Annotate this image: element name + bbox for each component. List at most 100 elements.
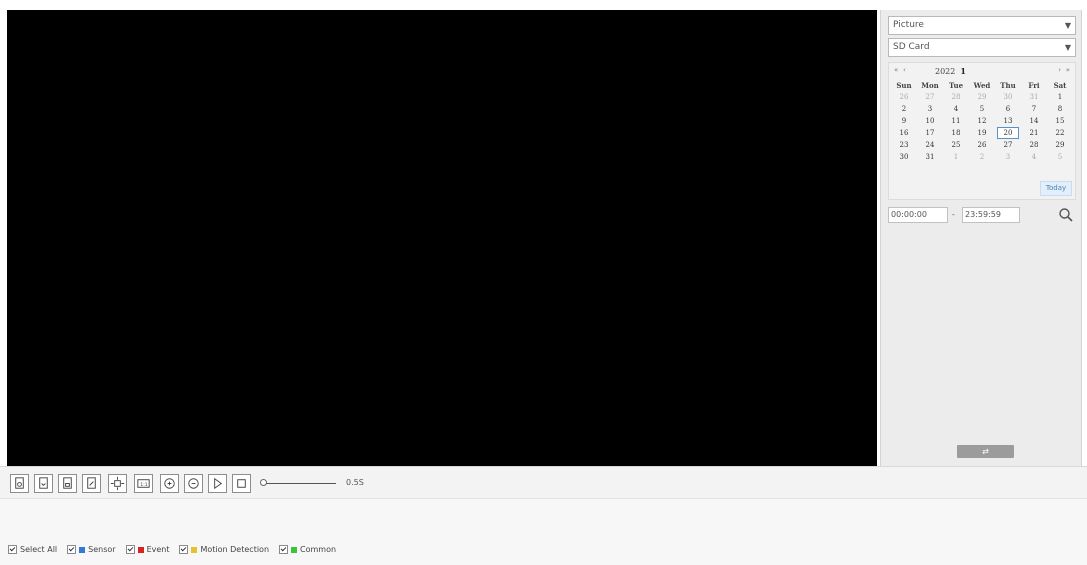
calendar-day[interactable]: 7 (1021, 103, 1047, 115)
digital-zoom-button[interactable] (108, 474, 127, 493)
today-button[interactable]: Today (1040, 181, 1072, 196)
calendar-day[interactable]: 4 (1021, 151, 1047, 163)
start-time-input[interactable]: 00:00:00 (888, 207, 948, 223)
color-swatch (191, 546, 198, 553)
calendar-day[interactable]: 31 (1021, 91, 1047, 103)
play-button[interactable] (208, 474, 227, 493)
calendar-day[interactable]: 12 (969, 115, 995, 127)
calendar-day[interactable]: 2 (891, 103, 917, 115)
end-time-input[interactable]: 23:59:59 (962, 207, 1020, 223)
calendar-day[interactable]: 19 (969, 127, 995, 139)
snapshot-button[interactable] (10, 474, 29, 493)
calendar-week: 16 17 18 19 20 21 22 (891, 127, 1073, 139)
calendar-day[interactable]: 5 (969, 103, 995, 115)
calendar-grid: Sun Mon Tue Wed Thu Fri Sat 26 27 28 29 30 31 1 2 3 4 5 6… (891, 79, 1073, 163)
next-year-button[interactable]: » (1066, 66, 1070, 74)
save-button[interactable] (58, 474, 77, 493)
calendar-day[interactable]: 28 (1021, 139, 1047, 151)
fit-window-button[interactable]: 1:1 (134, 474, 153, 493)
calendar-day[interactable]: 11 (943, 115, 969, 127)
calendar-day[interactable]: 22 (1047, 127, 1073, 139)
calendar-day[interactable]: 30 (995, 91, 1021, 103)
switch-button[interactable]: ⇄ (957, 445, 1014, 458)
calendar-year-month[interactable]: 2022 1 (935, 66, 966, 76)
calendar-day[interactable]: 10 (917, 115, 943, 127)
calendar-day[interactable]: 27 (995, 139, 1021, 151)
legend-label: Motion Detection (200, 545, 270, 554)
legend-label: Select All (20, 545, 58, 554)
snapshot-icon (15, 477, 24, 489)
calendar-day[interactable]: 9 (891, 115, 917, 127)
calendar-day[interactable]: 24 (917, 139, 943, 151)
calendar-day[interactable]: 18 (943, 127, 969, 139)
color-swatch (79, 546, 86, 553)
calendar-day[interactable]: 23 (891, 139, 917, 151)
type-select[interactable]: Picture ▼ (888, 16, 1076, 35)
prev-month-button[interactable]: ‹ (903, 66, 906, 74)
digital-zoom-icon (110, 476, 125, 491)
calendar-day[interactable]: 14 (1021, 115, 1047, 127)
color-swatch (291, 546, 298, 553)
calendar-day-selected[interactable]: 20 (995, 127, 1021, 139)
speed-slider-thumb[interactable] (260, 479, 267, 486)
picture-playback-page: Picture ▼ SD Card ▼ « ‹ 2022 1 › » Sun Mon… (0, 0, 1087, 565)
calendar-day[interactable]: 25 (943, 139, 969, 151)
calendar-day[interactable]: 26 (891, 91, 917, 103)
calendar-day[interactable]: 26 (969, 139, 995, 151)
weekday-header: Wed (973, 80, 991, 90)
weekday-header: Thu (1000, 80, 1016, 90)
zoom-out-button[interactable] (184, 474, 203, 493)
calendar-day[interactable]: 21 (1021, 127, 1047, 139)
calendar-week: 30 31 1 2 3 4 5 (891, 151, 1073, 163)
legend-item-motion-detection[interactable]: Motion Detection (179, 545, 269, 554)
save-icon (63, 477, 72, 489)
calendar-day[interactable]: 5 (1047, 151, 1073, 163)
download-button[interactable] (34, 474, 53, 493)
calendar-day[interactable]: 29 (1047, 139, 1073, 151)
calendar-day[interactable]: 17 (917, 127, 943, 139)
checkbox-checked[interactable] (67, 545, 77, 554)
calendar-day[interactable]: 2 (969, 151, 995, 163)
calendar-day[interactable]: 15 (1047, 115, 1073, 127)
calendar-day[interactable]: 29 (969, 91, 995, 103)
calendar-day[interactable]: 31 (917, 151, 943, 163)
calendar-day[interactable]: 16 (891, 127, 917, 139)
calendar-day[interactable]: 27 (917, 91, 943, 103)
legend-label: Sensor (88, 545, 116, 554)
weekday-header: Mon (921, 80, 939, 90)
checkbox-checked[interactable] (8, 545, 17, 554)
stop-icon (237, 479, 246, 488)
search-icon[interactable] (1058, 207, 1074, 223)
calendar-day[interactable]: 3 (917, 103, 943, 115)
prev-year-button[interactable]: « (894, 66, 898, 74)
event-type-legend: Select All Sensor Event Motion Detection Com… (8, 545, 346, 557)
chevron-down-icon: ▼ (1064, 43, 1071, 52)
video-viewport[interactable] (7, 10, 877, 466)
legend-item-select-all[interactable]: Select All (8, 545, 57, 554)
next-month-button[interactable]: › (1058, 66, 1061, 74)
calendar-day[interactable]: 30 (891, 151, 917, 163)
checkbox-checked[interactable] (279, 545, 289, 554)
checkbox-checked[interactable] (125, 545, 135, 554)
calendar-day[interactable]: 28 (943, 91, 969, 103)
export-button[interactable] (82, 474, 101, 493)
legend-item-common[interactable]: Common (279, 545, 336, 554)
calendar-day[interactable]: 6 (995, 103, 1021, 115)
legend-item-event[interactable]: Event (125, 545, 169, 554)
calendar-day[interactable]: 4 (943, 103, 969, 115)
calendar-day[interactable]: 1 (1047, 91, 1073, 103)
stop-button[interactable] (232, 474, 251, 493)
legend-item-sensor[interactable]: Sensor (67, 545, 116, 554)
source-select-value: SD Card (893, 42, 930, 52)
calendar-day[interactable]: 1 (943, 151, 969, 163)
source-select[interactable]: SD Card ▼ (888, 38, 1076, 57)
calendar-day-label: 20 (997, 127, 1019, 139)
calendar-day[interactable]: 3 (995, 151, 1021, 163)
calendar-week: 26 27 28 29 30 31 1 (891, 91, 1073, 103)
zoom-in-button[interactable] (160, 474, 179, 493)
checkbox-checked[interactable] (179, 545, 189, 554)
speed-slider[interactable] (260, 477, 338, 489)
calendar-day[interactable]: 8 (1047, 103, 1073, 115)
calendar-day[interactable]: 13 (995, 115, 1021, 127)
calendar-year: 2022 (935, 67, 956, 76)
